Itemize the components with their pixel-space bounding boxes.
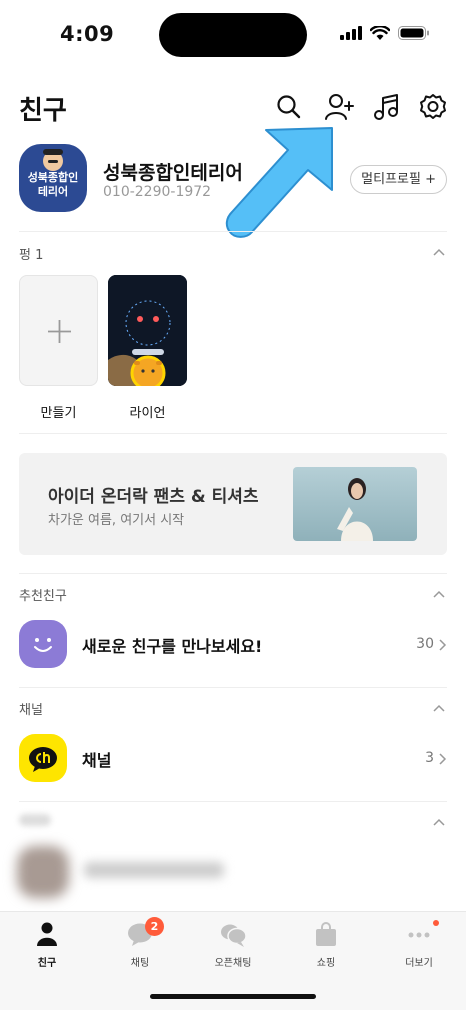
chevron-right-icon[interactable]: [439, 753, 447, 765]
home-indicator[interactable]: [150, 994, 316, 999]
chevron-up-icon[interactable]: [433, 248, 445, 256]
profile-phone: 010-2290-1972: [103, 184, 212, 200]
channel-count: 3: [425, 750, 434, 766]
story-label: 만들기: [40, 406, 77, 421]
shopping-bag-icon: [316, 922, 336, 946]
chevron-up-icon[interactable]: [433, 590, 445, 598]
kakao-channel-logo-icon: [29, 747, 57, 772]
dynamic-island: [159, 13, 307, 57]
stories-section-title: 펑 1: [19, 248, 44, 263]
status-time: 4:09: [60, 22, 115, 46]
channel-label[interactable]: 채널: [82, 747, 111, 771]
recommend-count: 30: [416, 636, 434, 652]
tab-label: 더보기: [405, 958, 433, 969]
tab-chats[interactable]: 2 채팅: [100, 917, 180, 980]
chevron-up-icon[interactable]: [433, 818, 445, 826]
blurred-section-title: [19, 814, 51, 826]
chevron-up-icon[interactable]: [433, 704, 445, 712]
recommend-friend-icon: [19, 620, 67, 668]
banner-title: 아이더 온더락 팬츠 & 티셔츠: [48, 487, 259, 507]
settings-icon[interactable]: [418, 92, 448, 122]
blurred-friend-name[interactable]: [84, 862, 224, 878]
story-thumbnail-image: [108, 275, 187, 386]
unread-badge: 2: [145, 917, 164, 936]
tab-more[interactable]: 더보기: [379, 920, 459, 980]
banner-model-image: [337, 478, 373, 541]
new-indicator-dot: [433, 920, 439, 926]
tab-shopping[interactable]: 쇼핑: [286, 920, 366, 980]
pointer-arrow-icon: [225, 127, 333, 238]
profile-character-image: [43, 149, 63, 171]
banner-image: [293, 467, 417, 541]
smile-face-icon: [34, 638, 52, 652]
plus-icon: [48, 320, 71, 343]
search-icon[interactable]: [274, 92, 304, 122]
status-bar: 4:09: [0, 0, 466, 70]
battery-icon: [398, 26, 429, 40]
tab-label: 쇼핑: [316, 958, 336, 969]
tab-label: 채팅: [130, 958, 150, 969]
divider: [19, 433, 447, 434]
story-create-card[interactable]: [19, 275, 98, 386]
story-label: 라이언: [129, 406, 166, 421]
music-icon[interactable]: [372, 92, 402, 122]
divider: [19, 687, 447, 688]
status-icons: [340, 26, 430, 40]
cellular-signal-icon: [340, 26, 362, 40]
wifi-icon: [370, 26, 390, 40]
tab-label: 오픈채팅: [214, 958, 252, 969]
person-icon: [37, 922, 57, 946]
tab-open-chat[interactable]: 오픈채팅: [193, 920, 273, 980]
open-chat-icon: [221, 924, 247, 947]
divider: [19, 801, 447, 802]
add-friend-icon[interactable]: [324, 92, 354, 122]
channel-section-title: 채널: [19, 703, 43, 718]
page-title: 친구: [19, 96, 67, 126]
profile-avatar[interactable]: 성북종합인테리어: [19, 144, 87, 212]
story-card-ryan[interactable]: [108, 275, 187, 386]
tab-label: 친구: [37, 958, 57, 969]
banner-subtitle: 차가운 여름, 여기서 시작: [48, 513, 185, 528]
chevron-right-icon[interactable]: [439, 639, 447, 651]
blurred-friend-avatar[interactable]: [17, 846, 69, 898]
ad-banner[interactable]: 아이더 온더락 팬츠 & 티셔츠 차가운 여름, 여기서 시작: [19, 453, 447, 555]
channel-icon: [19, 734, 67, 782]
divider: [19, 231, 447, 232]
recommend-label[interactable]: 새로운 친구를 만나보세요!: [82, 633, 262, 657]
tab-friends[interactable]: 친구: [7, 920, 87, 980]
more-dots-icon: [408, 932, 430, 938]
divider: [19, 573, 447, 574]
multi-profile-button[interactable]: 멀티프로필 +: [350, 165, 447, 194]
recommend-section-title: 추천친구: [19, 589, 67, 604]
profile-avatar-text: 성북종합인테리어: [27, 171, 79, 198]
